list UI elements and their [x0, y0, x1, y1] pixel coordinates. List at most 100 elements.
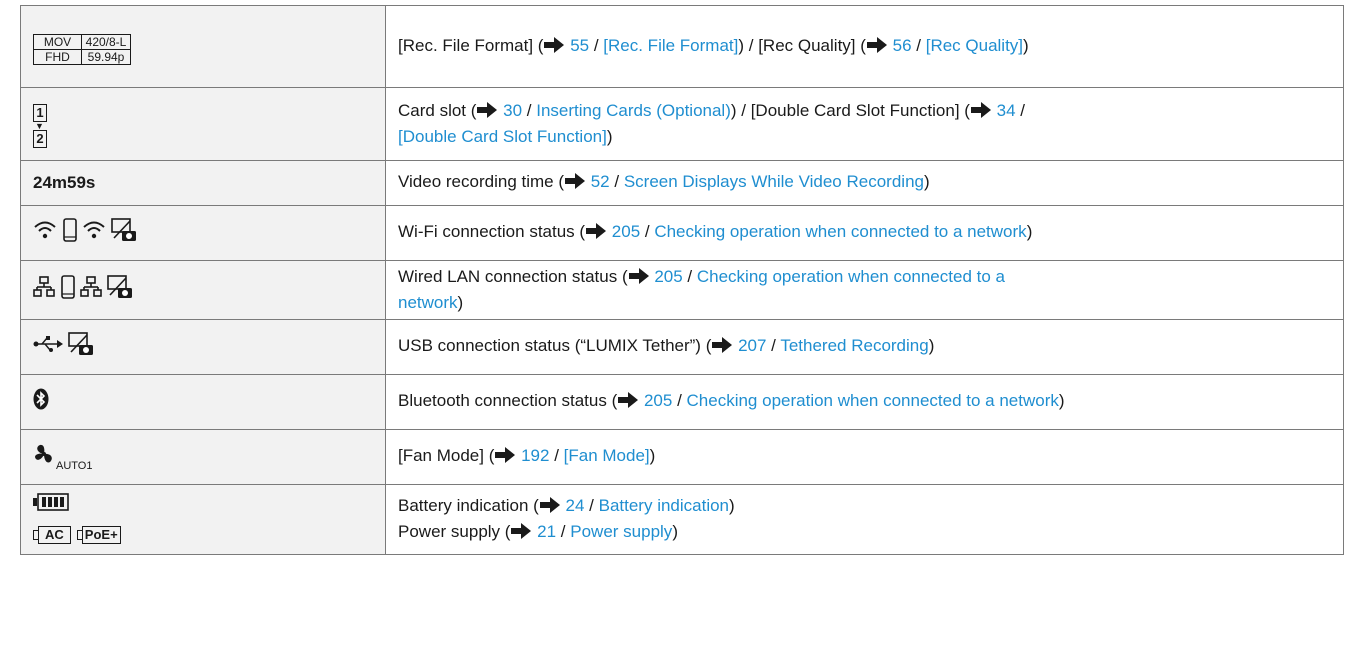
reference-link[interactable]: [Double Card Slot Function] — [398, 127, 607, 146]
icon-cell: AUTO1 — [20, 429, 386, 485]
arrow-right-icon — [617, 391, 639, 415]
fan-mode-indicator: AUTO1 — [33, 443, 92, 472]
reference-link[interactable]: Battery indication — [599, 496, 729, 515]
arrow-right-icon — [564, 172, 586, 196]
reference-link[interactable]: Checking operation when connected to a n… — [687, 391, 1059, 410]
reference-link[interactable]: 56 — [888, 36, 912, 55]
description-text: / — [522, 101, 537, 120]
icon-cell: 24m59s — [20, 160, 386, 206]
reference-link[interactable]: Checking operation when connected to a — [697, 267, 1005, 286]
description-text: ) — [1058, 391, 1065, 410]
description-text: / — [640, 222, 655, 241]
description-text: / — [682, 267, 697, 286]
power-icons: AC PoE+ — [33, 493, 373, 546]
description-cell: Card slot ( 30 / Inserting Cards (Option… — [385, 87, 1344, 161]
description-text: [Rec. File Format] ( — [398, 35, 544, 55]
reference-link[interactable]: 205 — [639, 391, 672, 410]
fan-mode-label: AUTO1 — [56, 459, 93, 472]
description-cell: Video recording time ( 52 / Screen Displ… — [385, 160, 1344, 206]
reference-link[interactable]: 24 — [561, 496, 585, 515]
arrow-right-icon — [539, 496, 561, 520]
description-text: ) — [729, 495, 735, 515]
ac-label: AC — [38, 526, 71, 544]
reference-link[interactable]: Power supply — [570, 522, 672, 541]
description-text: / — [584, 495, 599, 515]
reference-link[interactable]: 52 — [586, 172, 610, 191]
reference-link[interactable]: 192 — [516, 446, 549, 465]
lan-icon — [33, 275, 55, 305]
description-text: / — [1015, 101, 1026, 120]
format-framerate-label: 59.94p — [87, 49, 125, 64]
description-text: ) / [Double Card Slot Function] ( — [730, 101, 970, 120]
icon-cell: 1 ▼ 2 — [20, 87, 386, 161]
lan-icon — [80, 275, 103, 305]
table-row: MOV 420/8-L FHD 59.94p [Rec. File Format… — [20, 5, 1344, 88]
description-text: Wi-Fi connection status ( — [398, 222, 586, 241]
reference-link[interactable]: 34 — [992, 101, 1016, 120]
description-cell: USB connection status (“LUMIX Tether”) (… — [385, 319, 1344, 375]
table-row: 1 ▼ 2 Card slot ( 30 / Inserting Cards (… — [20, 87, 1344, 161]
description-text: Power supply ( — [398, 521, 511, 541]
card-slot-icon: 1 ▼ 2 — [33, 104, 47, 148]
card-slot-2-icon: 2 — [33, 130, 47, 148]
reference-link[interactable]: 205 — [607, 222, 640, 241]
fan-icon — [33, 443, 55, 472]
card-slot-1-icon: 1 — [33, 104, 47, 122]
icon-cell: AC PoE+ — [20, 484, 386, 555]
pc-camera-icon — [111, 217, 137, 249]
icon-cell — [20, 374, 386, 430]
smartphone-icon — [60, 274, 76, 306]
icon-cell: MOV 420/8-L FHD 59.94p — [20, 5, 386, 88]
description-cell: [Rec. File Format] ( 55 / [Rec. File For… — [385, 5, 1344, 88]
usb-icon — [33, 334, 63, 361]
description-text: / — [911, 35, 926, 55]
description-text: Wired LAN connection status ( — [398, 267, 628, 286]
description-text: ) — [457, 293, 464, 312]
battery-icon — [33, 493, 69, 518]
pc-camera-icon — [107, 274, 133, 306]
pc-camera-icon — [67, 331, 94, 363]
description-text: USB connection status (“LUMIX Tether”) ( — [398, 336, 712, 355]
reference-link[interactable]: [Rec. File Format] — [603, 36, 738, 55]
reference-link[interactable]: [Rec Quality] — [926, 36, 1023, 55]
description-text: / — [556, 521, 571, 541]
rec-format-quality-icon: MOV 420/8-L FHD 59.94p — [33, 33, 131, 65]
reference-link[interactable]: Checking operation when connected to a n… — [654, 222, 1026, 241]
reference-link[interactable]: 30 — [498, 101, 522, 120]
arrow-right-icon — [494, 446, 516, 470]
wifi-icon — [82, 219, 106, 248]
reference-link[interactable]: 55 — [565, 36, 589, 55]
ac-power-icon: AC — [33, 522, 71, 546]
poe-power-icon: PoE+ — [76, 522, 121, 546]
reference-link[interactable]: 205 — [650, 267, 682, 286]
wifi-icon — [33, 219, 57, 248]
reference-link[interactable]: Inserting Cards (Optional) — [536, 101, 731, 120]
description-text: ) — [672, 521, 678, 541]
description-text: / — [549, 446, 564, 465]
description-text: Battery indication ( — [398, 495, 539, 515]
description-text: ) — [928, 336, 935, 355]
arrow-right-icon — [510, 522, 532, 546]
table-row: Wi-Fi connection status ( 205 / Checking… — [20, 205, 1344, 261]
arrow-right-icon — [711, 336, 733, 360]
icon-reference-table: MOV 420/8-L FHD 59.94p [Rec. File Format… — [20, 5, 1344, 555]
reference-link[interactable]: Screen Displays While Video Recording — [624, 172, 924, 191]
reference-link[interactable]: network — [398, 293, 458, 312]
description-text: Card slot ( — [398, 101, 477, 120]
arrow-right-icon — [543, 36, 565, 60]
reference-link[interactable]: 21 — [532, 522, 556, 541]
description-text: ) — [606, 127, 613, 146]
table-row: AUTO1 [Fan Mode] ( 192 / [Fan Mode]) — [20, 429, 1344, 485]
recording-time-indicator: 24m59s — [33, 173, 96, 192]
table-row: Bluetooth connection status ( 205 / Chec… — [20, 374, 1344, 430]
arrow-right-icon — [866, 36, 888, 60]
arrow-right-icon — [970, 101, 992, 125]
reference-link[interactable]: [Fan Mode] — [564, 446, 650, 465]
description-text: ) — [923, 172, 930, 191]
description-text: / — [766, 336, 781, 355]
bluetooth-icon — [33, 388, 49, 417]
description-cell: [Fan Mode] ( 192 / [Fan Mode]) — [385, 429, 1344, 485]
arrow-down-icon: ▼ — [35, 121, 44, 131]
reference-link[interactable]: Tethered Recording — [780, 336, 928, 355]
reference-link[interactable]: 207 — [733, 336, 766, 355]
